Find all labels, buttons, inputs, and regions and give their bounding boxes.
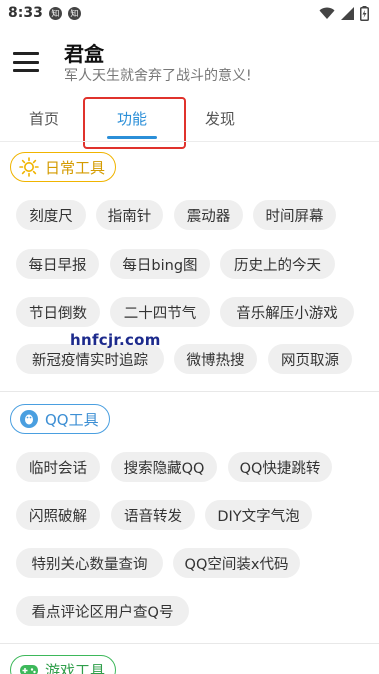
tool-compass[interactable]: 指南针 (96, 200, 163, 230)
tool-bing-image[interactable]: 每日bing图 (110, 249, 210, 279)
section-header-game-tools: 游戏工具 (10, 655, 117, 674)
section-title: 游戏工具 (45, 661, 106, 674)
tool-ruler[interactable]: 刻度尺 (16, 200, 86, 230)
tool-solar-terms[interactable]: 二十四节气 (110, 297, 210, 327)
notification-icon: 知 (67, 6, 81, 20)
app-subtitle: 军人天生就舍弃了战斗的意义! (64, 68, 252, 84)
divider (0, 141, 379, 142)
tool-special-care-count[interactable]: 特别关心数量查询 (16, 548, 163, 578)
tool-qq-jump[interactable]: QQ快捷跳转 (228, 452, 332, 482)
section-header-daily-tools: 日常工具 (10, 152, 117, 182)
tab-discover[interactable]: 发现 (205, 108, 235, 129)
section-title: 日常工具 (45, 158, 106, 177)
hamburger-icon (13, 52, 39, 55)
tool-vibrator[interactable]: 震动器 (174, 200, 243, 230)
tool-today-in-history[interactable]: 历史上的今天 (220, 249, 335, 279)
tool-flash-photo[interactable]: 闪照破解 (16, 500, 100, 530)
divider (0, 643, 379, 644)
tab-home[interactable]: 首页 (29, 108, 59, 129)
signal-icon (341, 6, 354, 20)
tool-comment-lookup[interactable]: 看点评论区用户查Q号 (16, 596, 189, 626)
tool-diy-bubble[interactable]: DIY文字气泡 (205, 500, 312, 530)
notification-icon: 知 (48, 6, 62, 20)
tool-search-hidden-qq[interactable]: 搜索隐藏QQ (111, 452, 217, 482)
qq-penguin-icon (19, 409, 39, 429)
tool-weibo-trending[interactable]: 微博热搜 (174, 344, 257, 374)
app-header: 君盒 军人天生就舍弃了战斗的意义! (0, 30, 379, 92)
tool-time-screen[interactable]: 时间屏幕 (253, 200, 336, 230)
tool-voice-forward[interactable]: 语音转发 (111, 500, 195, 530)
divider (0, 391, 379, 392)
menu-button[interactable] (13, 52, 39, 72)
tab-bar: 首页 功能 发现 (0, 96, 379, 149)
app-title: 君盒 (64, 42, 104, 66)
status-indicators (319, 5, 369, 21)
game-controller-icon (19, 660, 39, 674)
tool-daily-news[interactable]: 每日早报 (16, 249, 99, 279)
watermark: hnfcjr.com (70, 331, 161, 349)
sun-icon (19, 157, 39, 177)
tool-qzone-code[interactable]: QQ空间装x代码 (173, 548, 300, 578)
wifi-icon (319, 7, 335, 19)
section-title: QQ工具 (45, 410, 99, 429)
section-header-qq-tools: QQ工具 (10, 404, 110, 434)
tool-music-game[interactable]: 音乐解压小游戏 (220, 297, 354, 327)
tool-temp-chat[interactable]: 临时会话 (16, 452, 100, 482)
tool-holiday-countdown[interactable]: 节日倒数 (16, 297, 100, 327)
tool-web-source[interactable]: 网页取源 (268, 344, 352, 374)
status-time: 8:33 (8, 5, 43, 21)
status-bar: 8:33 知 知 (0, 0, 379, 26)
battery-icon (360, 5, 369, 21)
